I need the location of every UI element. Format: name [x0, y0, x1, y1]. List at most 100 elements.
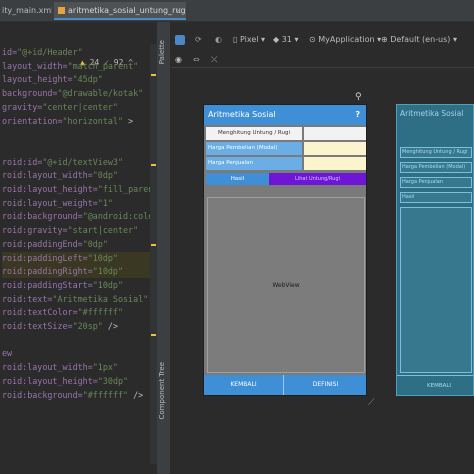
code-line[interactable]: ew	[2, 347, 12, 360]
pin-icon[interactable]: ⚲	[355, 92, 362, 102]
gutter-warning-mark[interactable]	[151, 244, 156, 246]
xml-attribute: id=	[2, 47, 18, 57]
app-header[interactable]: Aritmetika Sosial ?	[204, 105, 366, 125]
xml-attribute: ew	[2, 348, 13, 359]
design-toolbar: ⟳ ◐ ▯ Pixel ▾ ◆ 31 ▾ ⊙ MyApplication ▾ ⊕…	[171, 32, 474, 50]
harga-penjualan-input[interactable]	[304, 157, 366, 170]
xml-attribute: roid:layout_height=	[2, 375, 98, 386]
blueprint-title: Aritmetika Sosial	[400, 109, 464, 118]
view-options-toolbar: ◉ ⇔ ⤫	[171, 52, 474, 68]
component-tree-tab[interactable]: Component Tree	[158, 362, 166, 419]
resize-handle-icon[interactable]: ⟋	[368, 398, 374, 408]
code-line[interactable]: layout_height="45dp"	[2, 73, 103, 86]
xml-attribute: roid:gravity=	[2, 225, 68, 236]
xml-value: "#ffffff"	[77, 307, 124, 318]
code-line[interactable]: roid:paddingLeft="10dp"	[2, 251, 154, 265]
code-line[interactable]: layout_width="match_parent"	[2, 60, 138, 73]
blueprint-field1-label: Harga Pembelian (Modal)	[402, 164, 466, 170]
blueprint-field2-label: Harga Penjualan	[402, 179, 443, 185]
xml-value: "start|center"	[67, 225, 139, 236]
code-line[interactable]: id="@+id/Header"	[2, 46, 83, 59]
gutter-warning-mark[interactable]	[151, 334, 156, 336]
autoconnect-icon[interactable]: ⤫	[211, 55, 217, 65]
untung-rugi-label: Menghitung Untung / Rugi	[206, 127, 302, 140]
tab-label: aritmetika_sosial_untung_rugi.xml	[68, 6, 186, 15]
harga-pembelian-input[interactable]	[304, 142, 366, 155]
xml-attribute: orientation=	[2, 115, 63, 126]
code-line[interactable]: roid:paddingStart="10dp"	[2, 279, 123, 292]
help-icon[interactable]: ?	[355, 105, 360, 125]
device-dropdown[interactable]: ▯ Pixel ▾	[233, 35, 265, 44]
tab-label: ity_main.xml	[2, 6, 52, 15]
code-line[interactable]: roid:layout_width="0dp"	[2, 169, 118, 182]
code-line[interactable]: roid:background="@android:color/	[2, 210, 160, 223]
tool-window-strip: Palette Component Tree	[157, 22, 171, 474]
xml-value: "Aritmetika Sosial"	[52, 293, 149, 304]
code-line[interactable]: roid:gravity="start|center"	[2, 224, 138, 237]
palette-tab[interactable]: Palette	[158, 40, 166, 64]
code-editor[interactable]: ▲ 24 ✓ 92 ^ id="@+id/Header" layout_width…	[0, 22, 160, 474]
hasil-row: Hasil Lihat Untung/Rugi	[204, 173, 366, 185]
xml-value: "10dp"	[92, 266, 124, 277]
xml-attribute: roid:paddingRight=	[2, 266, 93, 277]
xml-attribute: roid:text=	[2, 293, 53, 304]
phone-preview[interactable]: Aritmetika Sosial ? Menghitung Untung / …	[203, 104, 367, 396]
code-line[interactable]: roid:text="Aritmetika Sosial"	[2, 293, 148, 306]
code-line[interactable]: orientation="horizontal" >	[2, 115, 133, 128]
code-line[interactable]: roid:textColor="#ffffff"	[2, 306, 123, 319]
xml-attribute: roid:paddingStart=	[2, 279, 93, 290]
xml-value: "10dp"	[92, 279, 124, 290]
xml-attribute: roid:layout_width=	[2, 362, 93, 373]
api-level-dropdown[interactable]: ◆ 31 ▾	[273, 35, 298, 44]
xml-value: "10dp"	[87, 252, 118, 263]
locale-dropdown[interactable]: ⊕ Default (en-us) ▾	[381, 35, 457, 44]
bottom-button-bar: KEMBALI DEFINISI	[204, 375, 366, 395]
xml-value: "@drawable/kotak"	[57, 88, 144, 99]
xml-attribute: roid:background=	[2, 389, 83, 400]
xml-value: "1px"	[92, 362, 118, 373]
tab-aritmetika-sosial[interactable]: aritmetika_sosial_untung_rugi.xml ×	[54, 2, 186, 20]
code-line[interactable]: roid:id="@+id/textView3"	[2, 156, 123, 169]
editor-scroll-gutter[interactable]	[150, 44, 157, 464]
code-line[interactable]: roid:layout_weight="1"	[2, 197, 113, 210]
night-mode-icon[interactable]: ◐	[215, 35, 222, 44]
xml-value: "@android:color/	[82, 211, 160, 222]
xml-file-icon	[58, 7, 65, 14]
xml-attribute: roid:layout_weight=	[2, 197, 98, 208]
gutter-warning-mark[interactable]	[151, 164, 156, 166]
code-line[interactable]: roid:paddingRight="10dp"	[2, 265, 154, 279]
orientation-icon[interactable]: ⟳	[195, 35, 202, 44]
xml-attribute: roid:textColor=	[2, 307, 78, 318]
margin-icon[interactable]: ⇔	[193, 55, 200, 64]
kembali-button[interactable]: KEMBALI	[204, 375, 284, 395]
xml-attribute: roid:layout_height=	[2, 184, 98, 194]
code-line[interactable]: roid:layout_height="30dp"	[2, 375, 128, 388]
design-surface-icon[interactable]	[175, 35, 185, 45]
xml-attribute: roid:layout_width=	[2, 170, 93, 181]
blueprint-top-label: Menghitung Untung / Rugi	[402, 149, 468, 155]
eye-icon[interactable]: ◉	[175, 55, 182, 64]
code-line[interactable]: background="@drawable/kotak"	[2, 87, 143, 100]
xml-value: "1"	[97, 197, 113, 208]
theme-dropdown[interactable]: ⊙ MyApplication ▾	[309, 35, 381, 44]
code-line[interactable]: gravity="center|center"	[2, 101, 118, 114]
code-line[interactable]: roid:paddingEnd="0dp"	[2, 238, 108, 251]
app-title: Aritmetika Sosial	[208, 110, 276, 119]
jual-row: Harga Penjualan	[204, 157, 366, 170]
code-line[interactable]: roid:layout_width="1px"	[2, 361, 118, 374]
layout-design-pane: ⟳ ◐ ▯ Pixel ▾ ◆ 31 ▾ ⊙ MyApplication ▾ ⊕…	[171, 22, 474, 474]
close-tab-icon[interactable]: ×	[175, 2, 182, 18]
hasil-button[interactable]: Lihat Untung/Rugi	[269, 173, 366, 185]
code-line[interactable]: roid:textSize="20sp" />	[2, 320, 118, 333]
blueprint-webview[interactable]	[400, 207, 472, 373]
blueprint-preview[interactable]: Aritmetika Sosial Menghitung Untung / Ru…	[396, 104, 474, 396]
code-line[interactable]: roid:layout_height="fill_parent"	[2, 183, 160, 196]
tab-activity-main[interactable]: ity_main.xml	[0, 2, 52, 20]
gutter-warning-mark[interactable]	[151, 74, 156, 76]
xml-value: "@+id/Header"	[17, 47, 83, 57]
xml-value: "20sp"	[72, 321, 103, 331]
code-line[interactable]: roid:background="#ffffff" />	[2, 389, 143, 402]
xml-attribute: background=	[2, 88, 58, 99]
definisi-button[interactable]: DEFINISI	[285, 375, 366, 395]
webview[interactable]: WebView	[207, 197, 365, 373]
